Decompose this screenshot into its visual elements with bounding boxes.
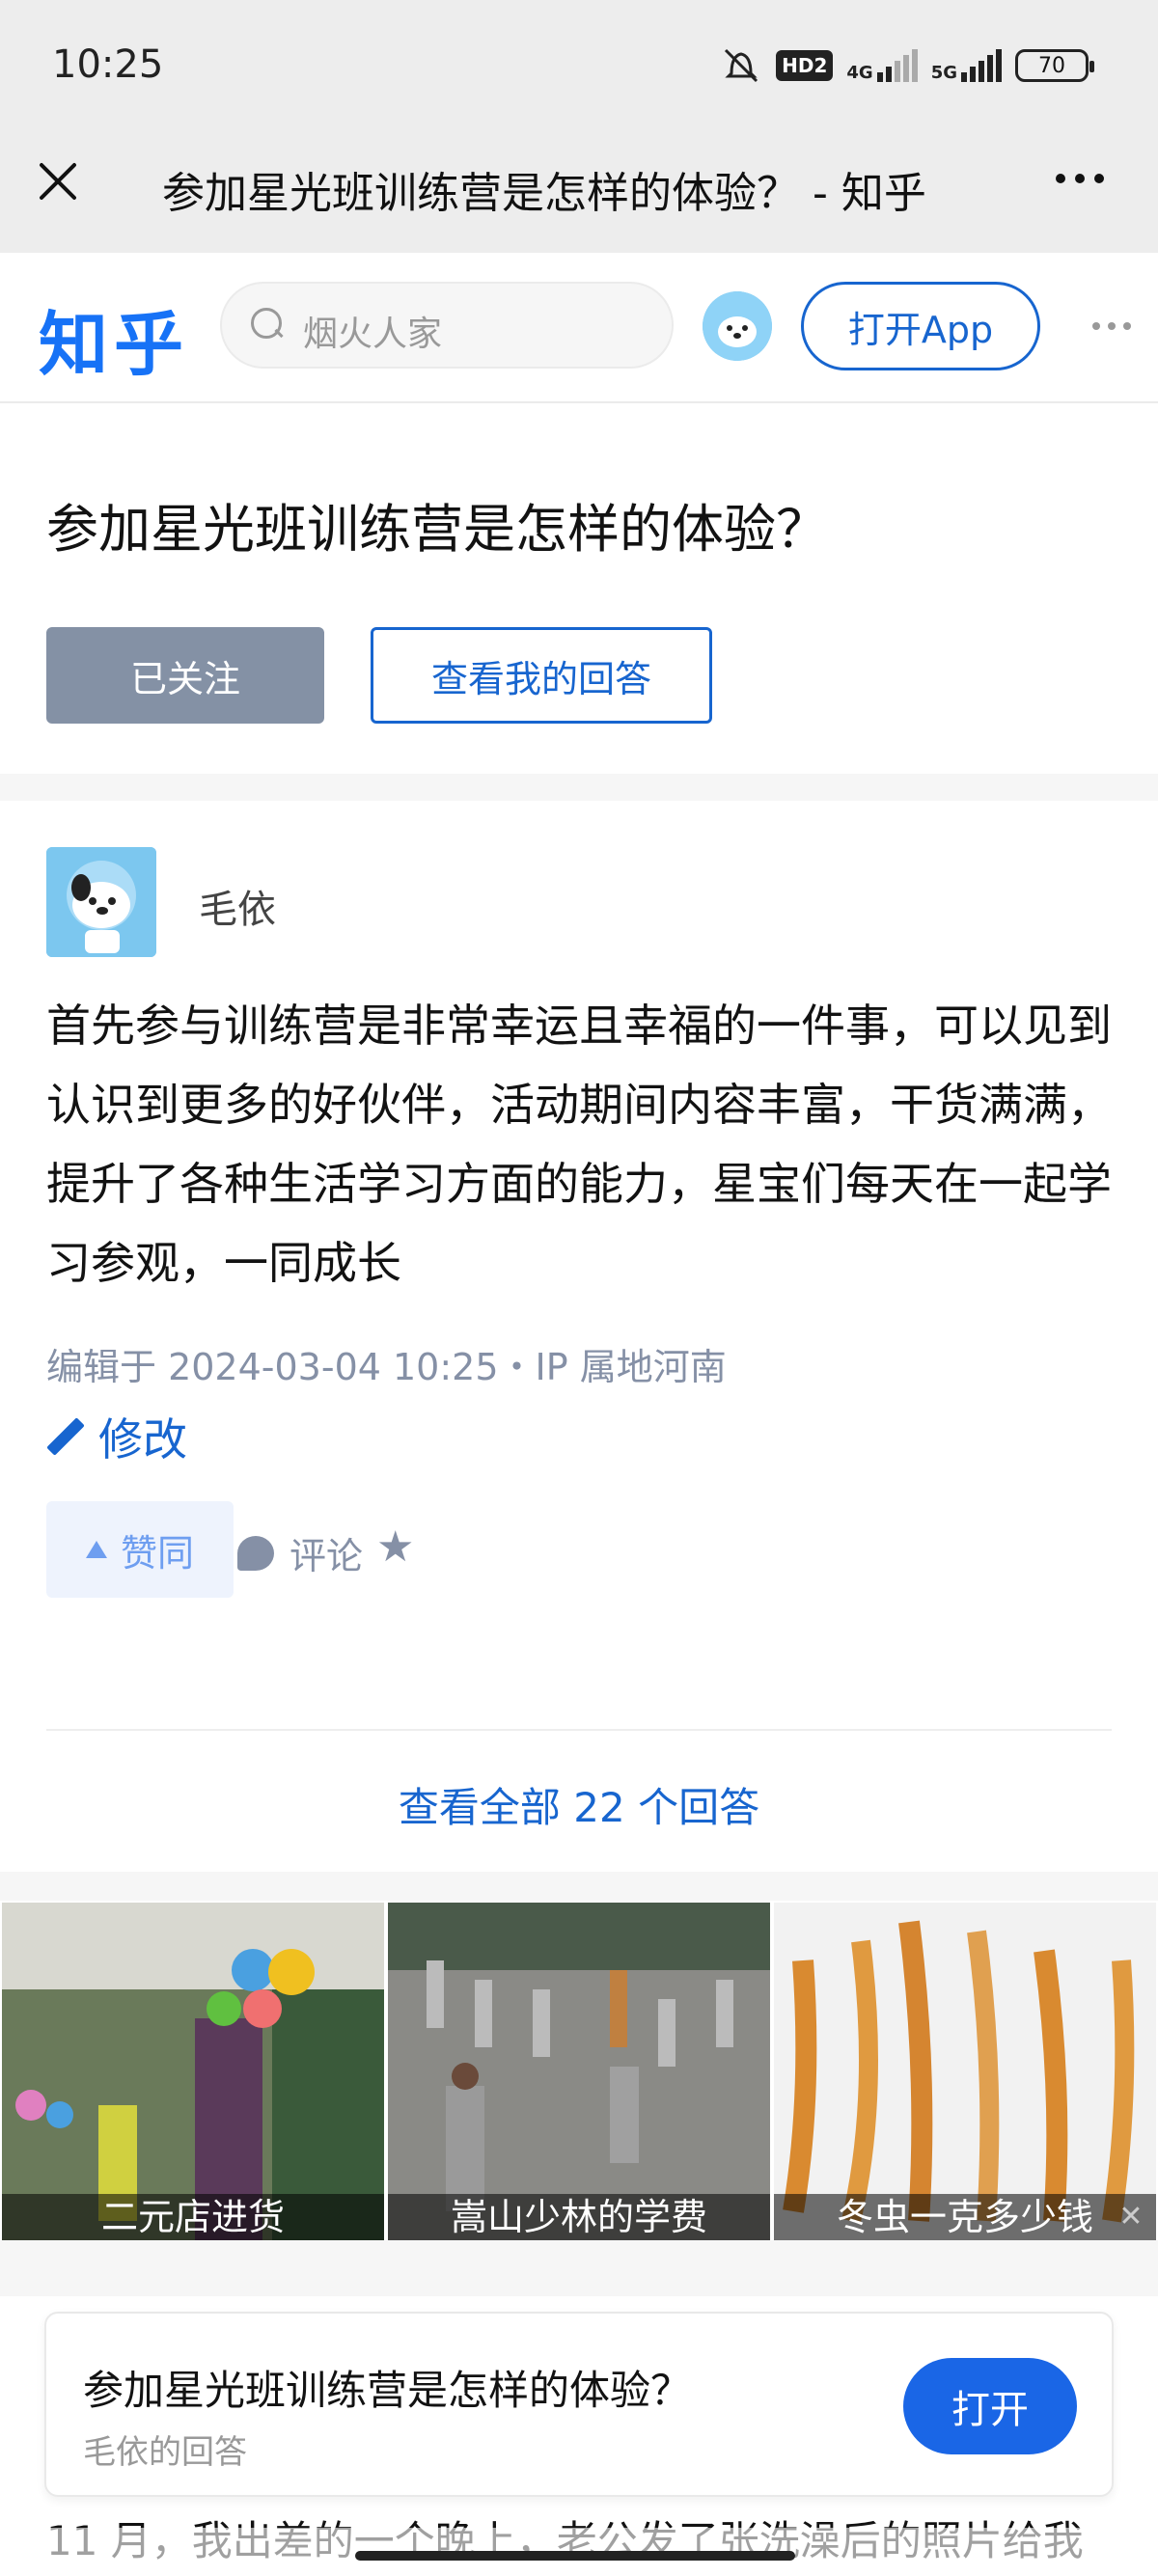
comment-button[interactable]: 评论 xyxy=(237,1526,363,1579)
store-image xyxy=(2,1903,384,2240)
status-time: 10:25 xyxy=(52,42,164,87)
webview-title-bar: 参加星光班训练营是怎样的体验？ - 知乎 xyxy=(0,135,1158,253)
star-icon[interactable]: ★ xyxy=(376,1522,414,1572)
question-card: 参加星光班训练营是怎样的体验？ 已关注 查看我的回答 xyxy=(0,403,1158,774)
ad-item[interactable]: 二元店进货 xyxy=(2,1903,384,2240)
view-all-answers-link[interactable]: 查看全部 22 个回答 xyxy=(0,1775,1158,1834)
followed-button[interactable]: 已关注 xyxy=(46,627,324,724)
section-divider xyxy=(0,2240,1158,2296)
close-icon[interactable]: ✕ xyxy=(1112,2200,1150,2234)
edit-label: 修改 xyxy=(98,1413,187,1466)
hd-badge: HD2 xyxy=(776,50,834,81)
section-divider xyxy=(0,774,1158,801)
question-title[interactable]: 参加星光班训练营是怎样的体验？ xyxy=(46,486,828,562)
mute-bell-icon xyxy=(725,48,758,83)
answer-meta: 编辑于 2024-03-04 10:25・IP 属地河南 xyxy=(46,1346,727,1388)
ad-caption: 冬虫一克多少钱 xyxy=(774,2194,1156,2240)
status-icons: HD2 4G 5G 70 xyxy=(720,46,1094,85)
view-my-answer-button[interactable]: 查看我的回答 xyxy=(371,627,712,724)
battery-level: 70 xyxy=(1038,53,1065,78)
author-avatar[interactable] xyxy=(46,847,156,957)
ad-caption: 二元店进货 xyxy=(2,2194,384,2240)
ad-item[interactable]: 嵩山少林的学费 xyxy=(388,1903,770,2240)
signal-5g: 5G xyxy=(931,49,1002,82)
pencil-icon xyxy=(46,1417,85,1456)
open-app-button[interactable]: 打开App xyxy=(801,282,1040,370)
signal-bars-icon xyxy=(961,49,1002,82)
more-options-icon[interactable] xyxy=(1056,174,1104,183)
bear-mascot-icon xyxy=(703,291,772,361)
search-input[interactable]: 烟火人家 xyxy=(220,282,674,369)
page-title: 参加星光班训练营是怎样的体验？ - 知乎 xyxy=(162,169,926,218)
comment-label: 评论 xyxy=(290,1535,364,1577)
ad-strip: 二元店进货 嵩山少林的学费 冬虫一克多少钱 ✕ xyxy=(0,1901,1158,2240)
ad-item[interactable]: 冬虫一克多少钱 ✕ xyxy=(774,1903,1156,2240)
kungfu-image xyxy=(388,1903,770,2240)
section-divider xyxy=(0,1872,1158,1905)
home-indicator[interactable] xyxy=(355,2551,795,2561)
header-more-icon[interactable] xyxy=(1092,322,1131,330)
navigation-bar xyxy=(0,2528,1158,2576)
net-label-5g: 5G xyxy=(930,63,957,83)
ad-caption: 嵩山少林的学费 xyxy=(388,2194,770,2240)
divider xyxy=(46,1729,1112,1731)
upvote-icon xyxy=(85,1541,107,1558)
open-in-app-card: 参加星光班训练营是怎样的体验？ 毛依的回答 打开 xyxy=(44,2312,1114,2497)
open-card-title: 参加星光班训练营是怎样的体验？ xyxy=(83,2367,692,2414)
search-placeholder: 烟火人家 xyxy=(303,315,443,354)
battery-icon: 70 xyxy=(1015,49,1094,82)
net-label-4g: 4G xyxy=(846,63,873,83)
signal-bars-icon xyxy=(876,49,918,82)
comment-icon xyxy=(237,1535,274,1571)
upvote-label: 赞同 xyxy=(120,1531,194,1575)
open-button[interactable]: 打开 xyxy=(903,2358,1077,2454)
zhihu-header: 知乎 烟火人家 打开App xyxy=(0,253,1158,403)
bear-mascot-icon xyxy=(46,847,156,957)
upvote-button[interactable]: 赞同 xyxy=(46,1501,234,1598)
answer-card: 毛依 首先参与训练营是非常幸运且幸福的一件事，可以见到认识到更多的好伙伴，活动期… xyxy=(0,801,1158,1872)
author-name[interactable]: 毛依 xyxy=(199,878,276,934)
close-icon[interactable] xyxy=(35,156,81,203)
status-bar: 10:25 HD2 4G 5G 70 xyxy=(0,0,1158,135)
answer-body: 首先参与训练营是非常幸运且幸福的一件事，可以见到认识到更多的好伙伴，活动期间内容… xyxy=(46,1000,1112,1289)
user-avatar[interactable] xyxy=(703,291,772,361)
cordyceps-image xyxy=(774,1903,1156,2240)
open-card-subtitle: 毛依的回答 xyxy=(83,2433,247,2472)
search-icon xyxy=(251,308,286,343)
zhihu-logo[interactable]: 知乎 xyxy=(39,288,189,389)
signal-4g: 4G xyxy=(846,49,918,83)
edit-button[interactable]: 修改 xyxy=(46,1405,187,1468)
